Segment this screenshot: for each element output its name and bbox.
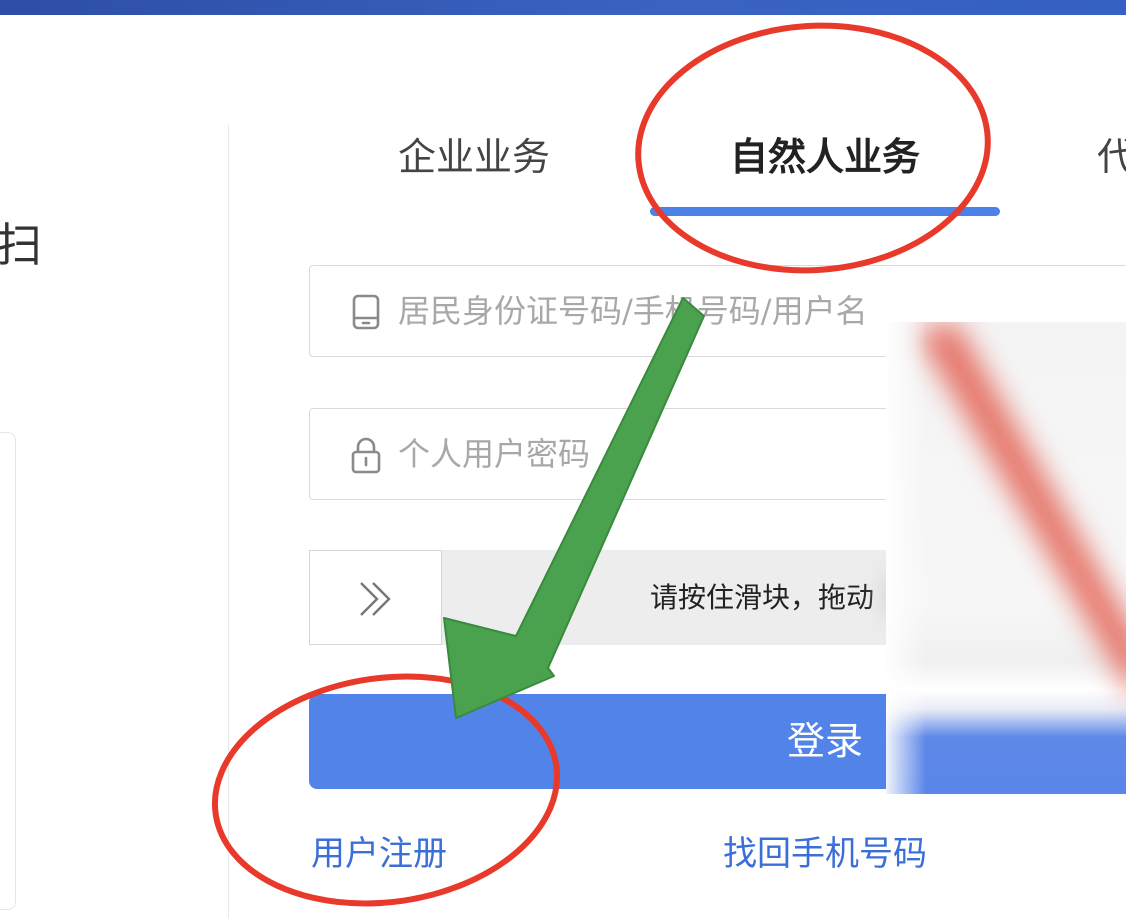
tab-enterprise-business[interactable]: 企业业务 — [398, 134, 550, 180]
green-arrow-to-register — [443, 297, 705, 719]
blurred-overlay — [886, 322, 1126, 794]
active-tab-indicator — [650, 207, 1000, 216]
login-button-label: 登录 — [787, 719, 864, 763]
slider-captcha-hint: 请按住滑块，拖动 — [650, 581, 875, 614]
tab-individual-business[interactable]: 自然人业务 — [730, 134, 920, 180]
slider-captcha-handle[interactable] — [309, 550, 442, 645]
double-chevron-right-icon — [360, 582, 391, 616]
blur-edge-fade — [886, 322, 926, 794]
tab-agent-business[interactable]: 代 — [1097, 134, 1126, 180]
mobile-phone-icon — [352, 294, 380, 330]
qr-code-card — [0, 432, 16, 910]
top-banner — [0, 0, 1126, 15]
panel-divider — [228, 125, 229, 918]
login-page: 扫 企业业务 自然人业务 代 请按住滑块，拖动 登录 用户 — [0, 0, 1126, 918]
recover-phone-link[interactable]: 找回手机号码 — [723, 833, 927, 875]
lock-icon — [351, 437, 381, 474]
qr-scan-title: 扫 — [0, 218, 42, 272]
register-link[interactable]: 用户注册 — [311, 833, 447, 875]
